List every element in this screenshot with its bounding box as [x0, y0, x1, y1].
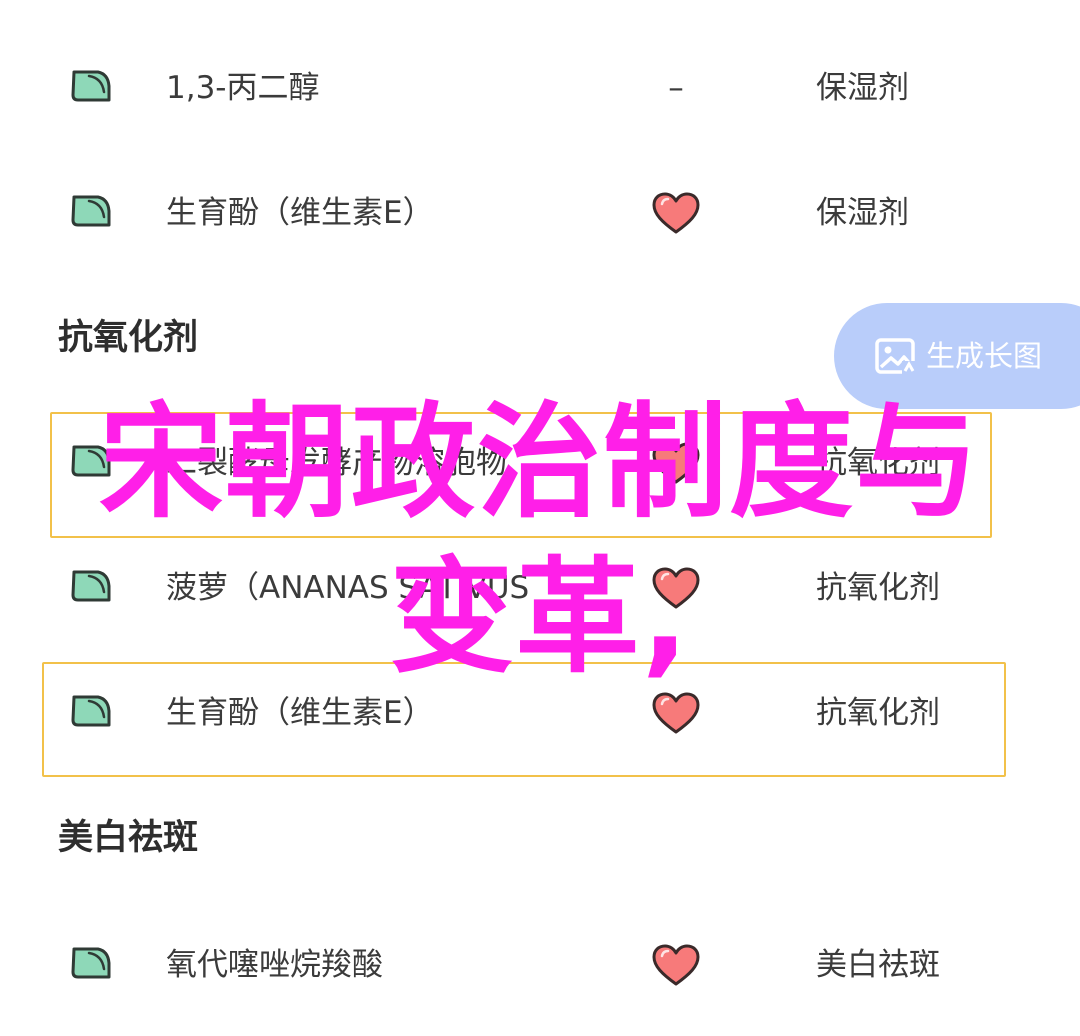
- section-heading-antioxidant: 抗氧化剂: [58, 318, 199, 358]
- ingredient-name: 生育酚（维生素E）: [166, 195, 434, 231]
- ingredient-rating: –: [668, 70, 684, 106]
- ingredient-row[interactable]: 1,3-丙二醇 – 保湿剂: [0, 48, 1080, 128]
- ingredient-function: 保湿剂: [816, 195, 909, 231]
- ingredient-row[interactable]: 氧代噻唑烷羧酸 美白祛斑: [0, 925, 1080, 1005]
- section-heading-whitening: 美白祛斑: [58, 818, 199, 858]
- ingredient-name: 氧代噻唑烷羧酸: [166, 947, 383, 983]
- ingredient-list-page: 1,3-丙二醇 – 保湿剂 生育酚（维生素E） 保湿剂 抗氧化剂 二裂酵母发酵产…: [0, 0, 1080, 1036]
- ingredient-function: 美白祛斑: [816, 947, 940, 983]
- overlay-title-line2: 变革,: [389, 546, 691, 690]
- safety-leaf-icon: [71, 947, 111, 979]
- overlay-title-line1: 宋朝政治制度与: [98, 391, 981, 535]
- heart-icon: [652, 192, 700, 234]
- ingredient-name: 1,3-丙二醇: [166, 70, 320, 106]
- safety-leaf-icon: [71, 70, 111, 102]
- ingredient-function: 保湿剂: [816, 70, 909, 106]
- ingredient-row[interactable]: 生育酚（维生素E） 保湿剂: [0, 173, 1080, 253]
- safety-leaf-icon: [71, 195, 111, 227]
- image-chart-icon: [875, 338, 916, 375]
- heart-icon: [652, 944, 700, 986]
